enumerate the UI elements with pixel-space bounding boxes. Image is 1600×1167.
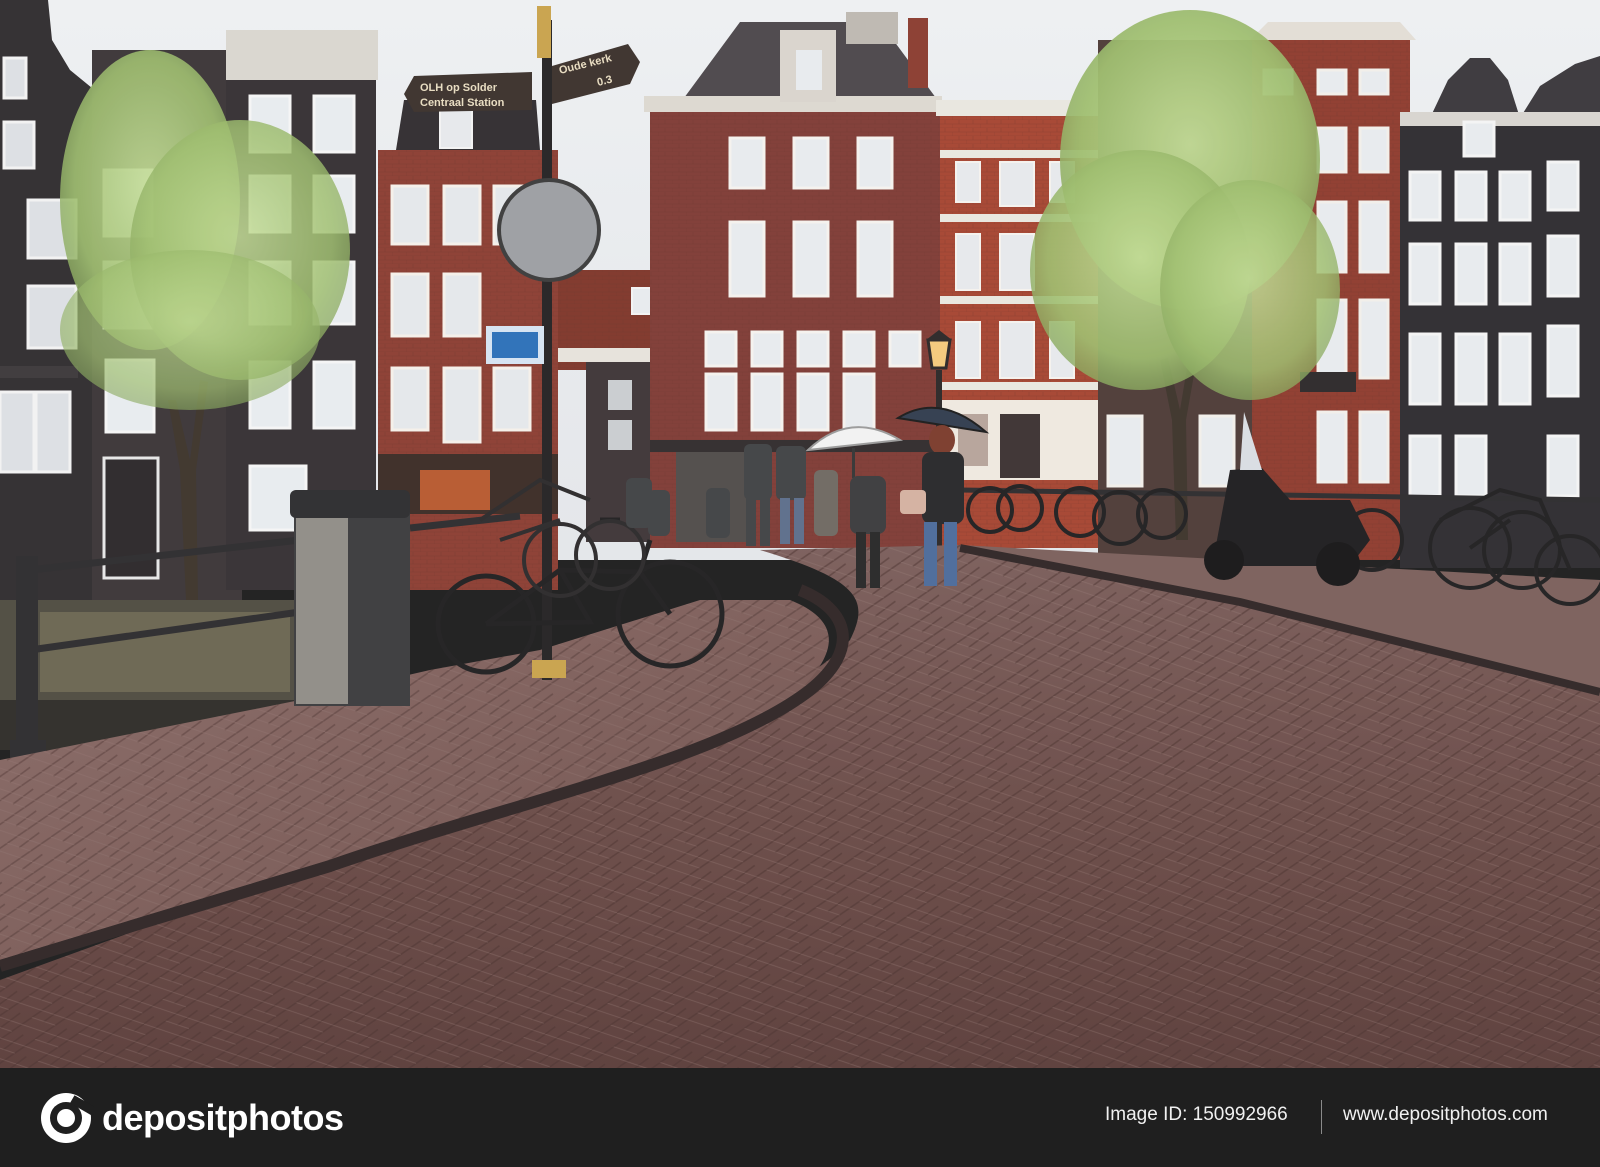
stock-footer-bar: depositphotos Image ID: 150992966 www.de… [0,1068,1600,1167]
footer-divider [1321,1100,1322,1134]
amsterdam-street-photo: OLH op Solder Centraal Station Oude kerk… [0,0,1600,1068]
image-id-label: Image ID: 150992966 [1105,1104,1288,1125]
site-url-link[interactable]: www.depositphotos.com [1343,1104,1548,1126]
camera-aperture-icon [41,1093,94,1143]
brand-wordmark: depositphotos [102,1097,344,1138]
stock-photo-page: OLH op Solder Centraal Station Oude kerk… [0,0,1600,1167]
depositphotos-logo[interactable]: depositphotos [38,1090,344,1146]
